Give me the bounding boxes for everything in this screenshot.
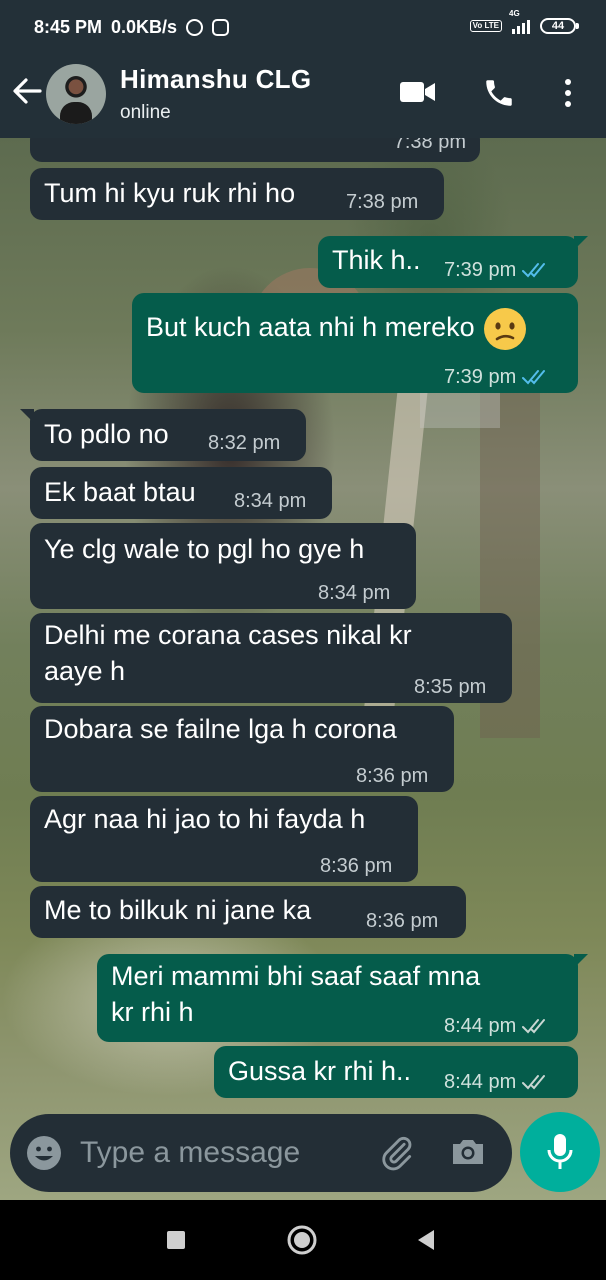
chat-area[interactable]: 7:38 pm Tum hi kyu ruk rhi ho 7:38 pm Th… (0, 138, 606, 1200)
message-text: kr rhi h (111, 997, 194, 1027)
message-text: Tum hi kyu ruk rhi ho (44, 178, 296, 208)
message-time: 8:44 pm (444, 1015, 517, 1037)
message-time: 8:44 pm (444, 1071, 517, 1093)
square-recents-icon[interactable] (166, 1230, 186, 1250)
message-outgoing[interactable]: But kuch aata nhi h mereko 7:39 pm (132, 293, 578, 393)
status-right: Vo LTE 4G 44 (469, 9, 579, 34)
contact-name[interactable]: Himanshu CLG (120, 64, 311, 95)
message-text: Meri mammi bhi saaf saaf mna (111, 961, 481, 991)
status-speed: 0.0KB/s (111, 17, 178, 37)
message-incoming[interactable]: Agr naa hi jao to hi fayda h 8:36 pm (30, 796, 418, 882)
message-text: Me to bilkuk ni jane ka (44, 895, 312, 925)
notification-icon (186, 19, 204, 36)
message-meta: 8:44 pm (444, 1008, 550, 1044)
message-outgoing[interactable]: Meri mammi bhi saaf saaf mna kr rhi h 8:… (97, 954, 588, 1044)
message-text: Ek baat btau (44, 477, 196, 507)
phone-icon[interactable] (482, 76, 516, 110)
read-ticks-icon (522, 370, 546, 385)
message-incoming[interactable]: Tum hi kyu ruk rhi ho 7:38 pm (30, 168, 444, 220)
message-incoming[interactable]: Ek baat btau 8:34 pm (30, 467, 332, 519)
message-text: To pdlo no (44, 419, 169, 449)
message-incoming[interactable]: Dobara se failne lga h corona 8:36 pm (30, 706, 454, 792)
contact-status: online (120, 102, 171, 123)
message-time: 7:38 pm (346, 191, 419, 213)
triangle-back-icon[interactable] (416, 1229, 436, 1251)
signal-icon: 4G (509, 9, 530, 34)
message-input[interactable] (80, 1132, 360, 1174)
delivered-ticks-icon (522, 1019, 546, 1034)
message-composer (10, 1114, 512, 1192)
message-meta: 7:39 pm (444, 359, 550, 395)
message-text: Dobara se failne lga h corona (44, 714, 397, 744)
message-incoming[interactable]: 7:38 pm (30, 138, 480, 162)
delivered-ticks-icon (522, 1075, 546, 1090)
status-time: 8:45 PM (34, 17, 103, 37)
message-incoming[interactable]: Delhi me corana cases nikal kr aaye h 8:… (30, 613, 512, 703)
message-time: 7:39 pm (444, 366, 517, 388)
message-outgoing[interactable]: Thik h.. 7:39 pm (318, 236, 588, 288)
video-call-icon[interactable] (400, 80, 436, 104)
message-text: aaye h (44, 656, 126, 686)
chat-header: Himanshu CLG online (0, 46, 606, 138)
message-time: 7:39 pm (444, 259, 517, 281)
message-time: 8:36 pm (356, 765, 429, 787)
message-time: 8:34 pm (234, 490, 307, 512)
message-text: Gussa kr rhi h.. (228, 1056, 412, 1086)
message-time: 8:35 pm (414, 676, 487, 698)
message-incoming[interactable]: Ye clg wale to pgl ho gye h 8:34 pm (30, 523, 416, 609)
message-time: 8:36 pm (366, 910, 439, 932)
microphone-button[interactable] (520, 1112, 600, 1192)
message-outgoing[interactable]: Gussa kr rhi h.. 8:44 pm (214, 1046, 578, 1098)
message-time: 8:36 pm (320, 855, 393, 877)
emoji-icon[interactable] (26, 1135, 62, 1171)
message-text: Agr naa hi jao to hi fayda h (44, 804, 366, 834)
more-vertical-icon[interactable] (563, 78, 573, 108)
confused-face-icon (484, 308, 527, 350)
message-time: 7:38 pm (393, 138, 466, 153)
avatar[interactable] (46, 64, 106, 124)
camera-icon[interactable] (450, 1134, 486, 1170)
message-text-part: But kuch aata nhi h mereko (146, 312, 475, 343)
arrow-left-icon[interactable] (10, 74, 44, 108)
message-incoming[interactable]: Me to bilkuk ni jane ka 8:36 pm (30, 886, 466, 938)
read-ticks-icon (522, 263, 546, 278)
status-left: 8:45 PM 0.0KB/s (34, 17, 230, 38)
paperclip-icon[interactable] (378, 1134, 416, 1172)
message-meta: 8:44 pm (444, 1064, 550, 1100)
message-time: 8:34 pm (318, 582, 391, 604)
battery-icon: 44 (540, 18, 579, 34)
network-type: 4G (509, 9, 520, 18)
volte-icon: Vo LTE (469, 20, 502, 32)
microphone-icon (547, 1134, 573, 1169)
system-nav-bar (0, 1200, 606, 1280)
message-incoming[interactable]: To pdlo no 8:32 pm (20, 409, 306, 461)
instagram-icon (212, 19, 230, 36)
message-text: Thik h.. (332, 245, 421, 275)
message-meta: 7:39 pm (444, 252, 550, 288)
message-text: But kuch aata nhi h mereko (146, 307, 527, 351)
message-text: Delhi me corana cases nikal kr (44, 620, 412, 650)
circle-home-icon[interactable] (286, 1224, 318, 1256)
message-time: 8:32 pm (208, 432, 281, 454)
status-bar: 8:45 PM 0.0KB/s Vo LTE 4G 44 (0, 0, 606, 46)
message-text: Ye clg wale to pgl ho gye h (44, 534, 365, 564)
